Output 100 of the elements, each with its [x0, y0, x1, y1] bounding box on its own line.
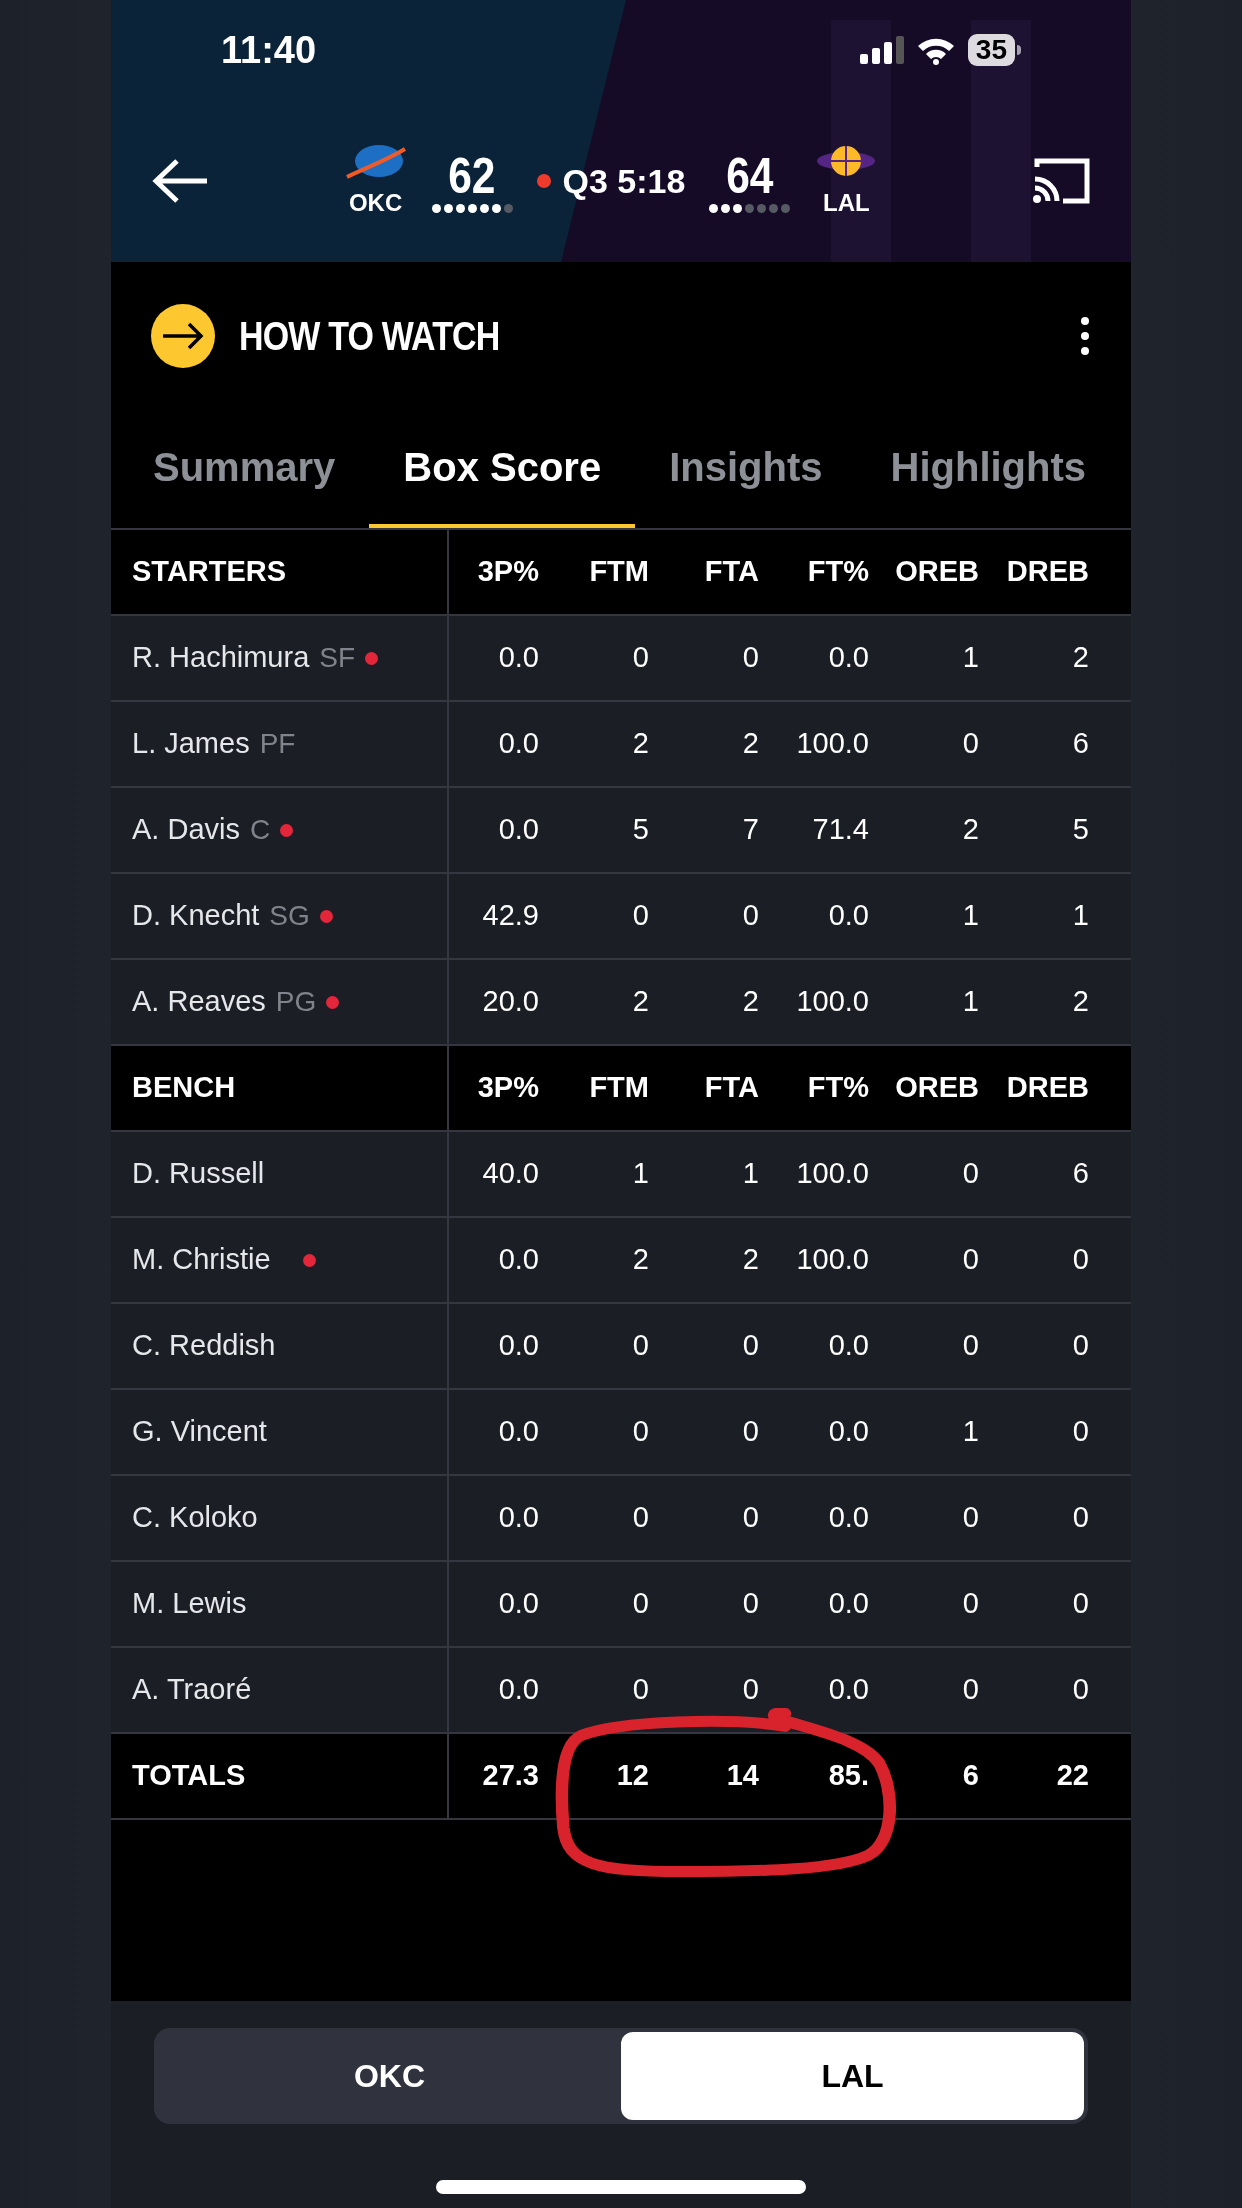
table-cell-text: 0	[961, 1586, 979, 1622]
table-cell-text: 0.0	[497, 1672, 539, 1708]
table-cell-text: 0	[741, 1672, 759, 1708]
player-name[interactable]: D. Knecht	[132, 894, 260, 938]
player-name[interactable]: C. Koloko	[132, 1496, 258, 1540]
player-position: PG	[275, 985, 317, 1019]
table-cell-text: 2	[631, 1242, 649, 1278]
player-name[interactable]: D. Russell	[132, 1152, 265, 1196]
table-cell-text: 2	[631, 984, 649, 1020]
table-cell-text: 0.0	[497, 1586, 539, 1622]
column-header: FTM	[588, 1070, 649, 1106]
table-cell-text: 42.9	[481, 898, 539, 934]
player-position: PF	[259, 727, 296, 761]
table-cell-text: 1	[741, 1156, 759, 1192]
table-cell-text: 0	[631, 898, 649, 934]
team-toggle-button[interactable]: LAL	[621, 2032, 1084, 2120]
totals-cell-text: 6	[961, 1758, 979, 1794]
table-cell-text: 0	[631, 640, 649, 676]
table-cell-text: 2	[961, 812, 979, 848]
player-name[interactable]: L. James	[132, 722, 250, 766]
section-title: BENCH	[132, 1070, 236, 1106]
table-cell-text: 1	[961, 898, 979, 934]
table-cell-text: 0.0	[497, 1500, 539, 1536]
table-cell-text: 0	[631, 1586, 649, 1622]
table-cell-text: 100.0	[795, 726, 869, 762]
column-header: FTA	[703, 1070, 759, 1106]
table-cell-text: 0	[631, 1672, 649, 1708]
table-cell-text: 0	[741, 1328, 759, 1364]
table-cell-text: 0	[631, 1500, 649, 1536]
table-cell-text: 7	[741, 812, 759, 848]
player-name[interactable]: A. Davis	[132, 808, 240, 852]
column-header: 3P%	[476, 554, 539, 590]
arrow-circle-icon[interactable]	[151, 304, 215, 368]
table-cell-text: 0	[1071, 1672, 1089, 1708]
table-cell-text: 0	[961, 726, 979, 762]
totals-cell-text: 14	[725, 1758, 759, 1794]
more-options-icon[interactable]	[1079, 316, 1091, 356]
player-position: SG	[269, 899, 310, 933]
player-name[interactable]: R. Hachimura	[132, 636, 310, 680]
table-cell-text: 1	[961, 640, 979, 676]
table-cell-text: 100.0	[795, 1156, 869, 1192]
table-cell-text: 0.0	[827, 1414, 869, 1450]
table-cell-text: 0	[961, 1500, 979, 1536]
table-cell-text: 100.0	[795, 984, 869, 1020]
table-cell-text: 6	[1071, 1156, 1089, 1192]
table-cell-text: 1	[961, 984, 979, 1020]
tab[interactable]: Highlights	[856, 410, 1121, 528]
table-cell-text: 2	[631, 726, 649, 762]
table-cell-text: 0	[1071, 1242, 1089, 1278]
battery-level: 35	[967, 34, 1015, 66]
table-cell-text: 0.0	[827, 1328, 869, 1364]
column-header: OREB	[894, 554, 979, 590]
column-header: DREB	[1005, 1070, 1089, 1106]
game-clock: Q3 5:18	[562, 160, 686, 202]
table-cell-text: 0	[961, 1328, 979, 1364]
table-cell-text: 6	[1071, 726, 1089, 762]
tab[interactable]: Insights	[635, 410, 857, 528]
player-name[interactable]: M. Christie	[132, 1238, 271, 1282]
totals-cell-text: 22	[1055, 1758, 1089, 1794]
table-cell-text: 0	[961, 1672, 979, 1708]
player-name[interactable]: G. Vincent	[132, 1410, 267, 1454]
table-cell-text: 100.0	[795, 1242, 869, 1278]
signal-icon	[859, 36, 904, 64]
table-cell-text: 1	[1071, 898, 1089, 934]
table-cell-text: 5	[631, 812, 649, 848]
totals-cell-text: 12	[615, 1758, 649, 1794]
table-cell-text: 0	[1071, 1500, 1089, 1536]
team-abbreviation: LAL	[823, 188, 870, 218]
column-header: 3P%	[476, 1070, 539, 1106]
player-name[interactable]: A. Reaves	[132, 980, 266, 1024]
team-toggle-button[interactable]: OKC	[158, 2032, 621, 2120]
table-cell-text: 2	[1071, 640, 1089, 676]
team-score: 64	[726, 149, 774, 202]
table-cell-text: 0	[741, 1586, 759, 1622]
tab[interactable]: Summary	[119, 410, 370, 528]
table-cell-text: 0.0	[497, 812, 539, 848]
column-header: FT%	[806, 554, 869, 590]
player-name[interactable]: A. Traoré	[132, 1668, 252, 1712]
player-position: SF	[319, 641, 356, 675]
team-score: 62	[448, 149, 496, 202]
table-cell-text: 0	[1071, 1586, 1089, 1622]
table-cell-text: 0.0	[827, 1586, 869, 1622]
column-header: FTA	[703, 554, 759, 590]
table-cell-text: 0.0	[827, 1672, 869, 1708]
table-cell-text: 5	[1071, 812, 1089, 848]
status-time: 11:40	[221, 27, 317, 73]
table-cell-text: 2	[741, 1242, 759, 1278]
table-cell-text: 0	[741, 1414, 759, 1450]
player-name[interactable]: M. Lewis	[132, 1582, 247, 1626]
table-cell-text: 0.0	[827, 1500, 869, 1536]
cast-icon[interactable]	[1031, 157, 1091, 205]
how-to-watch-link[interactable]: HOW TO WATCH	[239, 306, 500, 366]
player-name[interactable]: C. Reddish	[132, 1324, 276, 1368]
table-cell-text: 1	[631, 1156, 649, 1192]
section-title: STARTERS	[132, 554, 287, 590]
table-cell-text: 2	[1071, 984, 1089, 1020]
table-cell-text: 0.0	[497, 1328, 539, 1364]
table-cell-text: 0.0	[497, 640, 539, 676]
table-cell-text: 20.0	[481, 984, 539, 1020]
battery-tip-icon	[1017, 45, 1021, 55]
